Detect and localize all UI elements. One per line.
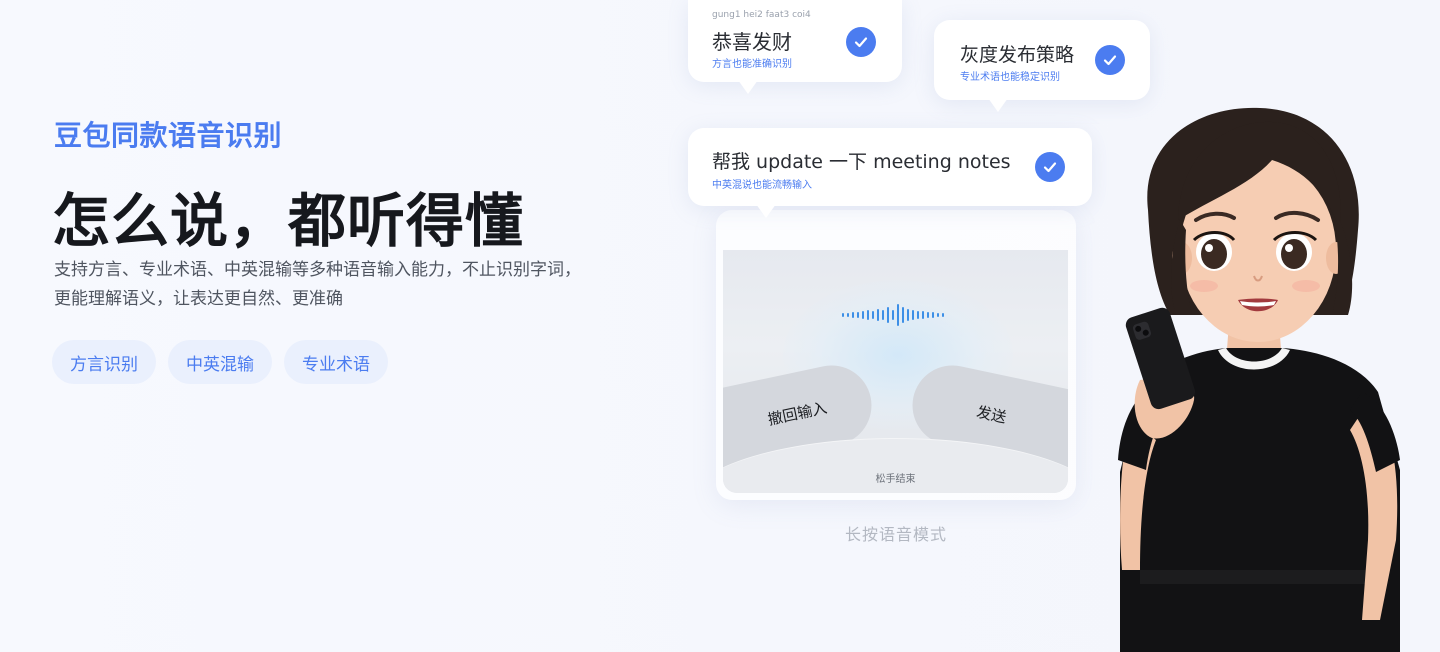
bubble-title: 灰度发布策略 — [960, 44, 1075, 66]
hero-headline: 怎么说，都听得懂 — [52, 187, 525, 255]
check-circle-icon — [1035, 152, 1065, 182]
bubble-title: 帮我 update 一下 meeting notes — [712, 151, 1011, 173]
bubble-title: 恭喜发财 — [712, 30, 792, 54]
cancel-input-label: 撤回输入 — [766, 398, 829, 429]
character-illustration — [1118, 107, 1400, 652]
recognition-bubble-terminology: 灰度发布策略 专业术语也能稳定识别 — [934, 20, 1150, 112]
feature-tags: 方言识别 中英混输 专业术语 — [52, 340, 388, 384]
tag-dialect[interactable]: 方言识别 — [52, 340, 156, 384]
recognition-bubble-dialect: gung1 hei2 faat3 coi4 恭喜发财 方言也能准确识别 — [688, 0, 902, 94]
voice-input-panel: 撤回输入 发送 松手结束 — [723, 250, 1068, 493]
bubble-subtitle: 中英混说也能流畅输入 — [712, 180, 812, 191]
bubble-subtitle: 方言也能准确识别 — [712, 59, 792, 70]
release-hint: 松手结束 — [875, 474, 916, 485]
description-line: 支持方言、专业术语、中英混输等多种语音输入能力，不止识别字词， — [54, 260, 581, 280]
bubble-subtitle: 专业术语也能稳定识别 — [960, 72, 1060, 83]
page: 豆包同款语音识别 怎么说，都听得懂 支持方言、专业术语、中英混输等多种语音输入能… — [0, 0, 1440, 652]
send-label: 发送 — [974, 402, 1009, 427]
feature-eyebrow: 豆包同款语音识别 — [54, 119, 283, 152]
tag-mixed-language[interactable]: 中英混输 — [168, 340, 272, 384]
check-circle-icon — [1095, 45, 1125, 75]
check-circle-icon — [846, 27, 876, 57]
phonetic-transcription: gung1 hei2 faat3 coi4 — [712, 10, 811, 20]
description-line: 更能理解语义，让表达更自然、更准确 — [54, 289, 343, 309]
mode-caption: 长按语音模式 — [844, 525, 947, 544]
voice-waveform-icon — [842, 304, 944, 326]
hero-description: 支持方言、专业术语、中英混输等多种语音输入能力，不止识别字词， 更能理解语义，让… — [54, 256, 634, 314]
recognition-bubble-mixed: 帮我 update 一下 meeting notes 中英混说也能流畅输入 — [688, 128, 1092, 218]
tag-terminology[interactable]: 专业术语 — [284, 340, 388, 384]
